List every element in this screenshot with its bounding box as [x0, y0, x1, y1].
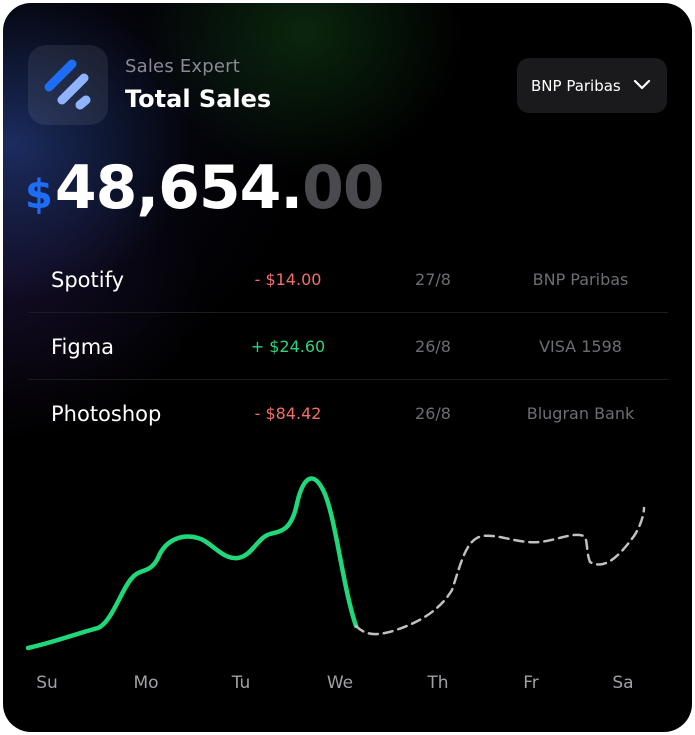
transaction-account: Blugran Bank	[526, 404, 635, 423]
transaction-row[interactable]: Photoshop - $84.42 26/8 Blugran Bank	[28, 380, 668, 447]
transaction-row[interactable]: Figma + $24.60 26/8 VISA 1598	[28, 313, 668, 380]
chart-x-tick: Fr	[523, 673, 539, 693]
amount-integer: 48,654.	[54, 153, 303, 223]
sales-chart	[25, 476, 646, 651]
transaction-date: 26/8	[415, 404, 451, 423]
total-amount: $ 48,654. 00	[25, 153, 385, 233]
transaction-date: 26/8	[415, 337, 451, 356]
transaction-date: 27/8	[415, 270, 451, 289]
amount-decimal: 00	[302, 153, 384, 223]
page-subtitle: Sales Expert	[125, 56, 241, 77]
chart-x-tick: Tu	[231, 673, 251, 693]
page-title: Total Sales	[125, 85, 272, 113]
currency-symbol: $	[25, 172, 53, 218]
transaction-name: Figma	[51, 335, 115, 359]
bank-select-value: BNP Paribas	[531, 76, 621, 95]
transaction-amount: + $24.60	[250, 337, 326, 356]
chart-x-tick: We	[326, 673, 354, 693]
transaction-account: BNP Paribas	[532, 270, 629, 289]
transaction-amount: - $84.42	[254, 404, 322, 423]
chart-series-forecast	[354, 506, 646, 636]
transaction-account: VISA 1598	[539, 337, 622, 356]
transaction-list: Spotify - $14.00 27/8 BNP Paribas Figma …	[28, 246, 668, 447]
bank-select[interactable]: BNP Paribas	[517, 58, 667, 113]
transaction-name: Spotify	[51, 268, 125, 292]
chart-x-tick: Sa	[612, 673, 634, 693]
chart-series-actual	[25, 476, 359, 651]
transaction-name: Photoshop	[51, 402, 162, 426]
transaction-row[interactable]: Spotify - $14.00 27/8 BNP Paribas	[28, 246, 668, 313]
app-logo	[28, 45, 108, 125]
stripes-logo-icon	[44, 59, 91, 110]
chart-x-tick: Th	[427, 673, 449, 693]
chart-x-tick: Mo	[133, 673, 159, 693]
chevron-down-icon	[633, 79, 651, 90]
transaction-amount: - $14.00	[254, 270, 322, 289]
chart-x-tick: Su	[36, 673, 58, 693]
